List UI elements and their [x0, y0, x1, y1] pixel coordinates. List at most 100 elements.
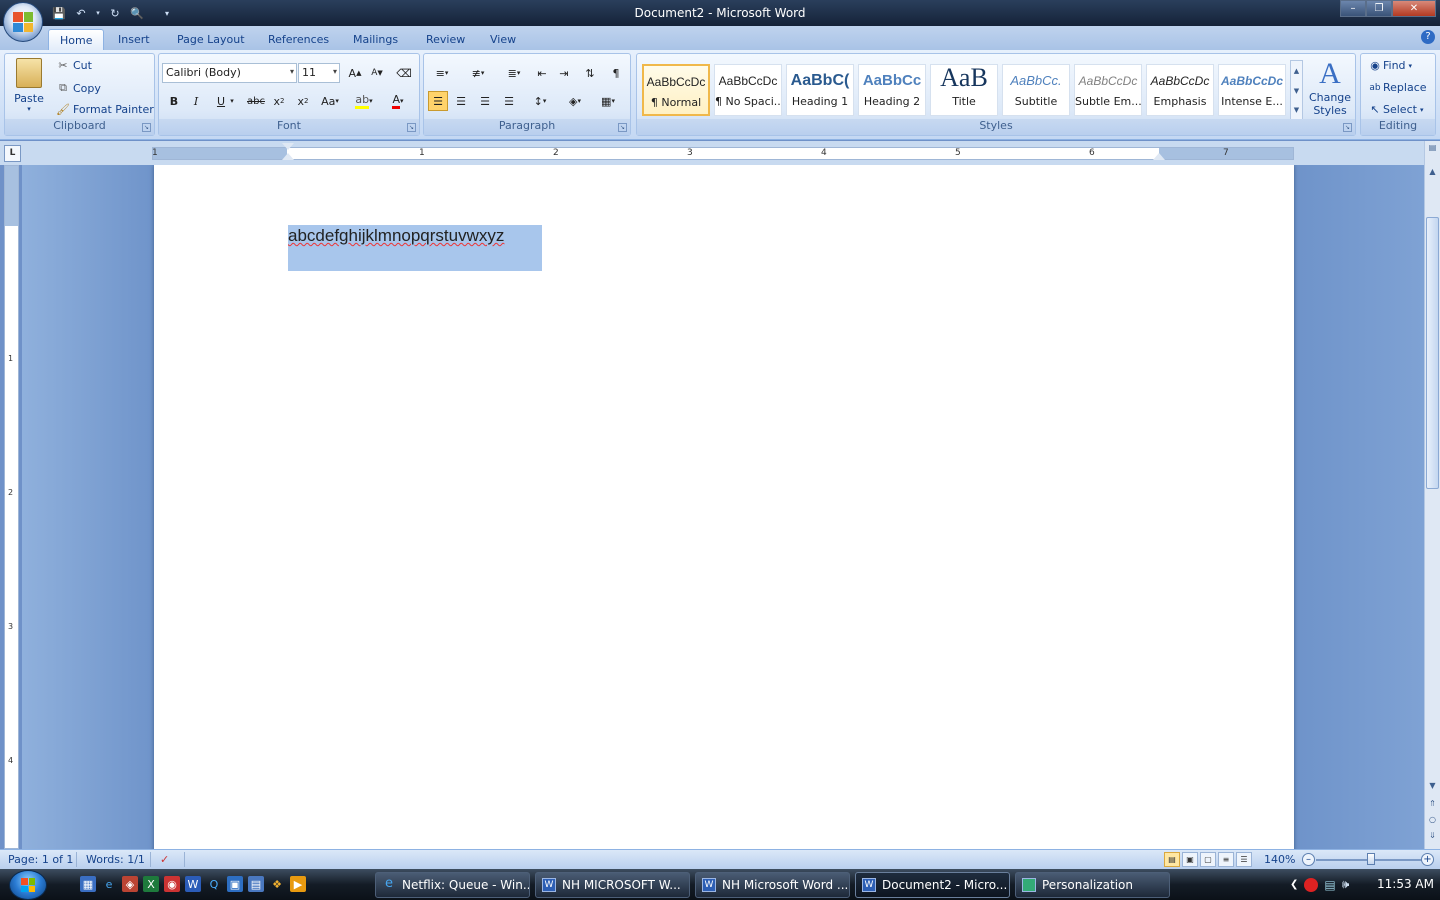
internet-explorer-icon[interactable]: e: [101, 876, 117, 892]
zoom-level[interactable]: 140%: [1264, 853, 1295, 866]
paragraph-launcher-icon[interactable]: ↘: [618, 123, 627, 132]
show-desktop-icon[interactable]: ▦: [80, 876, 96, 892]
italic-icon[interactable]: I: [186, 91, 206, 111]
grow-font-icon[interactable]: A ▲: [345, 63, 365, 83]
zoom-slider-thumb[interactable]: [1367, 853, 1375, 865]
tab-page-layout[interactable]: Page Layout: [166, 29, 256, 50]
select-button[interactable]: ↖ Select ▾: [1367, 103, 1423, 116]
find-button[interactable]: ◉ Find ▾: [1367, 59, 1412, 72]
shrink-font-icon[interactable]: A ▼: [367, 63, 387, 83]
multilevel-list-icon[interactable]: ≣ ▾: [500, 63, 528, 83]
select-browse-object-icon[interactable]: ○: [1425, 815, 1440, 829]
network-icon[interactable]: ▤: [248, 876, 264, 892]
view-ruler-icon[interactable]: ▤: [1425, 143, 1440, 157]
tab-home[interactable]: Home: [48, 29, 105, 50]
bold-icon[interactable]: B: [164, 91, 184, 111]
search-icon[interactable]: Q: [206, 876, 222, 892]
show-formatting-icon[interactable]: ¶: [606, 63, 626, 83]
styles-launcher-icon[interactable]: ↘: [1343, 123, 1352, 132]
zoom-in-icon[interactable]: +: [1421, 853, 1434, 866]
left-indent-marker[interactable]: [282, 153, 294, 160]
align-center-icon[interactable]: ☰: [451, 91, 471, 111]
numbering-icon[interactable]: ≢ ▾: [464, 63, 492, 83]
volume-icon[interactable]: 🕪: [1342, 877, 1350, 892]
gallery-up-icon[interactable]: ▲: [1291, 61, 1302, 81]
font-size-dropdown-icon[interactable]: ▾: [333, 67, 337, 76]
font-color-icon[interactable]: A ▾: [385, 91, 411, 111]
tab-references[interactable]: References: [257, 29, 340, 50]
clipboard-launcher-icon[interactable]: ↘: [142, 123, 151, 132]
outline-icon[interactable]: ≡: [1218, 852, 1234, 867]
horizontal-ruler[interactable]: 1 1 2 3 4 5 6 7: [152, 143, 1294, 160]
tab-selector[interactable]: L: [4, 145, 21, 162]
right-indent-marker[interactable]: [1153, 153, 1165, 160]
superscript-icon[interactable]: x2: [293, 91, 313, 111]
justify-icon[interactable]: ☰: [499, 91, 519, 111]
minimize-button[interactable]: –: [1340, 0, 1366, 17]
clear-formatting-icon[interactable]: ⌫: [394, 63, 414, 83]
subscript-icon[interactable]: x2: [269, 91, 289, 111]
show-hidden-icons-icon[interactable]: ❮: [1290, 879, 1298, 890]
scroll-thumb[interactable]: [1426, 217, 1439, 489]
gallery-down-icon[interactable]: ▼: [1291, 81, 1302, 101]
proofing-icon[interactable]: ✓: [160, 853, 169, 866]
gallery-more-icon[interactable]: ▼: [1291, 101, 1302, 119]
network-status-icon[interactable]: ▤: [1324, 878, 1335, 892]
format-painter-button[interactable]: 🖌 Format Painter: [55, 103, 154, 116]
taskbar-item-active[interactable]: W Document2 - Micro...: [855, 872, 1010, 898]
document-page[interactable]: abcdefghijklmnopqrstuvwxyz: [154, 165, 1294, 849]
help-icon[interactable]: ?: [1421, 30, 1435, 44]
styles-gallery-scroll[interactable]: ▲ ▼ ▼: [1290, 60, 1303, 120]
taskbar-item[interactable]: Personalization: [1015, 872, 1170, 898]
copy-button[interactable]: ⧉ Copy: [55, 81, 101, 95]
paint-icon[interactable]: ◈: [122, 876, 138, 892]
change-case-icon[interactable]: Aa ▾: [317, 91, 343, 111]
taskbar-item[interactable]: e Netflix: Queue - Win...: [375, 872, 530, 898]
style-heading-1[interactable]: AaBbC( Heading 1: [786, 64, 854, 116]
increase-indent-icon[interactable]: ⇥: [554, 63, 574, 83]
align-right-icon[interactable]: ☰: [475, 91, 495, 111]
style-no-spacing[interactable]: AaBbCcDc ¶ No Spaci...: [714, 64, 782, 116]
shading-icon[interactable]: ◈ ▾: [561, 91, 589, 111]
tab-insert[interactable]: Insert: [107, 29, 161, 50]
clock[interactable]: 11:53 AM: [1377, 877, 1434, 891]
media-player-icon[interactable]: ▶: [290, 876, 306, 892]
draft-icon[interactable]: ☰: [1236, 852, 1252, 867]
previous-page-icon[interactable]: ⇑: [1425, 799, 1440, 813]
font-name-box[interactable]: Calibri (Body) ▾: [162, 63, 297, 83]
close-button[interactable]: ✕: [1392, 0, 1436, 17]
page-count[interactable]: Page: 1 of 1: [8, 853, 73, 866]
vertical-scrollbar[interactable]: ▤ ▲ ▼ ⇑ ○ ⇓: [1424, 141, 1440, 849]
first-line-indent-marker[interactable]: [282, 143, 294, 150]
powerpoint-icon[interactable]: ◉: [164, 876, 180, 892]
zoom-out-icon[interactable]: –: [1302, 853, 1315, 866]
align-left-icon[interactable]: ☰: [428, 91, 448, 111]
scroll-down-icon[interactable]: ▼: [1425, 781, 1440, 795]
tool-icon[interactable]: ❖: [269, 876, 285, 892]
next-page-icon[interactable]: ⇓: [1425, 831, 1440, 845]
strikethrough-icon[interactable]: abc: [246, 91, 266, 111]
word-icon[interactable]: W: [185, 876, 201, 892]
style-normal[interactable]: AaBbCcDc ¶ Normal: [642, 64, 710, 116]
underline-dropdown-icon[interactable]: ▾: [227, 91, 237, 111]
cut-button[interactable]: ✂ Cut: [55, 59, 92, 72]
vertical-ruler[interactable]: 1 2 3 4: [4, 165, 19, 849]
tab-mailings[interactable]: Mailings: [342, 29, 409, 50]
font-launcher-icon[interactable]: ↘: [407, 123, 416, 132]
computer-icon[interactable]: ▣: [227, 876, 243, 892]
style-title[interactable]: AaB Title: [930, 64, 998, 116]
highlight-icon[interactable]: ab ▾: [351, 91, 377, 111]
change-styles-button[interactable]: A Change Styles: [1306, 57, 1354, 121]
restore-button[interactable]: ❐: [1366, 0, 1392, 17]
security-icon[interactable]: [1304, 877, 1319, 892]
taskbar-item[interactable]: W NH MICROSOFT W...: [535, 872, 690, 898]
tab-review[interactable]: Review: [415, 29, 476, 50]
borders-icon[interactable]: ▦ ▾: [594, 91, 622, 111]
replace-button[interactable]: ab Replace: [1367, 81, 1426, 94]
style-emphasis[interactable]: AaBbCcDc Emphasis: [1146, 64, 1214, 116]
word-count[interactable]: Words: 1/1: [86, 853, 145, 866]
line-spacing-icon[interactable]: ↕ ▾: [526, 91, 554, 111]
paste-button[interactable]: Paste ▾: [9, 58, 49, 120]
start-button[interactable]: [9, 870, 47, 900]
bullets-icon[interactable]: ≡ ▾: [428, 63, 456, 83]
